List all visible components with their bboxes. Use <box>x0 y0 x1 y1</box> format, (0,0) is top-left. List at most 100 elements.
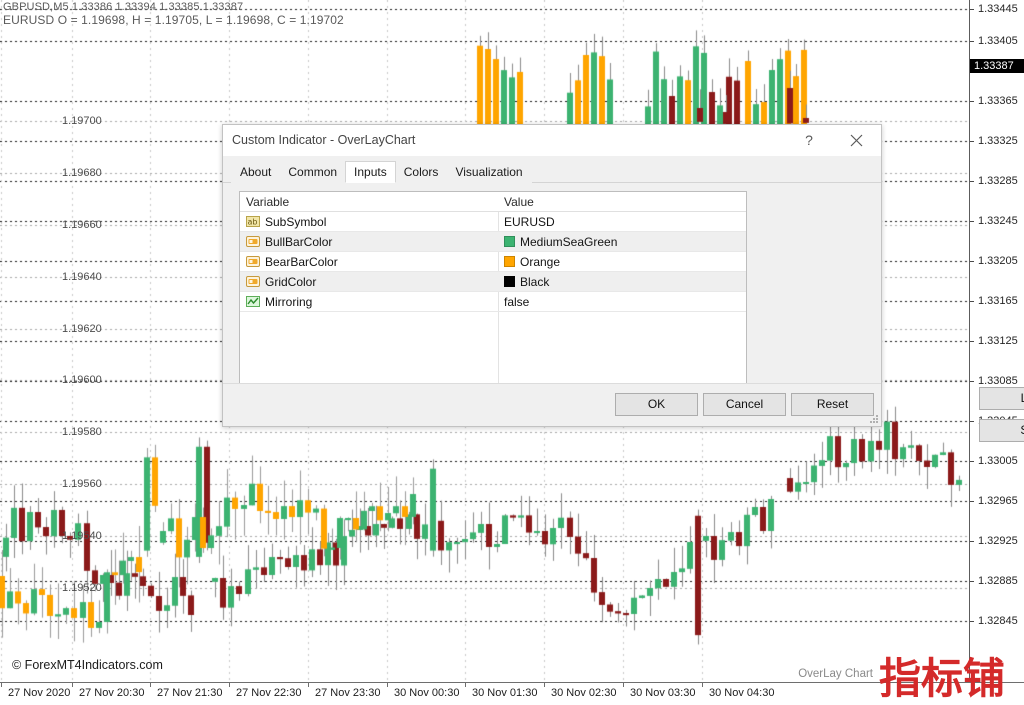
price-tick: 1.33085 <box>970 375 1018 387</box>
variable-cell: abSubSymbol <box>246 212 494 232</box>
grip-dot <box>873 418 875 420</box>
color-swatch <box>504 236 515 247</box>
variable-name: Mirroring <box>265 295 312 309</box>
reset-button[interactable]: Reset <box>791 393 874 416</box>
dialog-body: Variable Value abSubSymbol EURUSD BullBarCol… <box>223 184 881 426</box>
table-row[interactable]: BearBarColor Orange <box>240 252 746 272</box>
time-tick: 30 Nov 04:30 <box>709 687 774 699</box>
value-cell[interactable]: EURUSD <box>504 212 742 232</box>
overlay-price-tick: 1.19700 <box>62 115 102 127</box>
header-variable: Variable <box>246 192 494 212</box>
tick-mark <box>465 682 466 687</box>
current-price-label: 1.33387 <box>970 59 1024 73</box>
help-icon[interactable]: ? <box>792 125 826 155</box>
price-tick: 1.32925 <box>970 535 1018 547</box>
value-text: false <box>504 295 529 309</box>
load-button[interactable]: Load <box>979 387 1024 410</box>
tab-colors[interactable]: Colors <box>395 161 448 183</box>
ok-button[interactable]: OK <box>615 393 698 416</box>
table-header-row: Variable Value <box>240 192 746 212</box>
price-axis[interactable]: 1.334451.334051.333651.333251.332851.332… <box>969 0 1024 682</box>
value-text: EURUSD <box>504 215 555 229</box>
tab-about[interactable]: About <box>231 161 280 183</box>
cancel-button[interactable]: Cancel <box>703 393 786 416</box>
variable-name: BullBarColor <box>265 235 332 249</box>
grip-dot <box>876 421 878 423</box>
tick-mark <box>229 682 230 687</box>
table-row[interactable]: GridColor Black <box>240 272 746 292</box>
time-tick: 27 Nov 2020 <box>8 687 70 699</box>
inputs-table-rows: Variable Value abSubSymbol EURUSD BullBarCol… <box>240 192 746 312</box>
tab-common[interactable]: Common <box>279 161 346 183</box>
price-tick: 1.33285 <box>970 175 1018 187</box>
price-tick: 1.33005 <box>970 455 1018 467</box>
overlay-price-tick: 1.19600 <box>62 374 102 386</box>
value-text: Black <box>520 275 549 289</box>
tick-mark <box>623 682 624 687</box>
close-icon[interactable] <box>839 125 873 155</box>
price-tick: 1.32845 <box>970 615 1018 627</box>
color-swatch <box>504 276 515 287</box>
price-tick: 1.32885 <box>970 575 1018 587</box>
dialog-tabstrip[interactable]: AboutCommonInputsColorsVisualization <box>223 161 881 183</box>
price-tick: 1.33445 <box>970 3 1018 15</box>
indicator-name-label: OverLay Chart <box>798 668 873 680</box>
value-text: Orange <box>520 255 560 269</box>
color-swatch <box>504 256 515 267</box>
value-cell[interactable]: Black <box>504 272 742 292</box>
value-cell[interactable]: MediumSeaGreen <box>504 232 742 252</box>
variable-name: BearBarColor <box>265 255 338 269</box>
tick-mark <box>387 682 388 687</box>
tab-inputs[interactable]: Inputs <box>345 161 396 183</box>
inputs-table[interactable]: Variable Value abSubSymbol EURUSD BullBarCol… <box>239 191 747 387</box>
value-text: MediumSeaGreen <box>520 235 617 249</box>
svg-text:ab: ab <box>248 218 258 227</box>
time-axis[interactable]: 27 Nov 202027 Nov 20:3027 Nov 21:3027 No… <box>0 682 1024 705</box>
table-row[interactable]: Mirroring false <box>240 292 746 312</box>
dialog-titlebar[interactable]: Custom Indicator - OverLayChart ? <box>223 125 881 156</box>
time-tick: 27 Nov 23:30 <box>315 687 380 699</box>
price-tick: 1.33245 <box>970 215 1018 227</box>
time-tick: 30 Nov 02:30 <box>551 687 616 699</box>
table-row[interactable]: BullBarColor MediumSeaGreen <box>240 232 746 252</box>
save-button[interactable]: Save <box>979 419 1024 442</box>
table-row[interactable]: abSubSymbol EURUSD <box>240 212 746 232</box>
variable-cell: BullBarColor <box>246 232 494 252</box>
price-tick: 1.33205 <box>970 255 1018 267</box>
color-type-icon <box>246 254 260 267</box>
overlay-price-tick: 1.19520 <box>62 582 102 594</box>
color-type-icon <box>246 234 260 247</box>
time-tick: 27 Nov 22:30 <box>236 687 301 699</box>
overlay-price-tick: 1.19560 <box>62 478 102 490</box>
variable-name: GridColor <box>265 275 316 289</box>
overlay-price-tick: 1.19580 <box>62 426 102 438</box>
value-cell[interactable]: Orange <box>504 252 742 272</box>
overlay-price-tick: 1.19620 <box>62 323 102 335</box>
tick-mark <box>702 682 703 687</box>
close-glyph <box>850 134 863 147</box>
price-tick: 1.33125 <box>970 335 1018 347</box>
indicator-properties-dialog[interactable]: Custom Indicator - OverLayChart ? AboutC… <box>222 124 882 427</box>
variable-cell: BearBarColor <box>246 252 494 272</box>
tick-mark <box>308 682 309 687</box>
time-tick: 30 Nov 01:30 <box>472 687 537 699</box>
header-value: Value <box>504 192 742 212</box>
price-tick: 1.32965 <box>970 495 1018 507</box>
value-cell[interactable]: false <box>504 292 742 312</box>
overlay-price-tick: 1.19680 <box>62 167 102 179</box>
tick-mark <box>150 682 151 687</box>
tick-mark <box>72 682 73 687</box>
dialog-title: Custom Indicator - OverLayChart <box>232 133 415 147</box>
grip-dot <box>873 421 875 423</box>
resize-grip[interactable] <box>869 414 879 424</box>
string-type-icon: ab <box>246 214 260 227</box>
tick-mark <box>544 682 545 687</box>
time-tick: 27 Nov 20:30 <box>79 687 144 699</box>
price-tick: 1.33365 <box>970 95 1018 107</box>
tab-visualization[interactable]: Visualization <box>446 161 531 183</box>
bool-type-icon <box>246 294 260 307</box>
variable-cell: GridColor <box>246 272 494 292</box>
overlay-price-tick: 1.19660 <box>62 219 102 231</box>
price-tick: 1.33165 <box>970 295 1018 307</box>
tick-mark <box>1 682 2 687</box>
